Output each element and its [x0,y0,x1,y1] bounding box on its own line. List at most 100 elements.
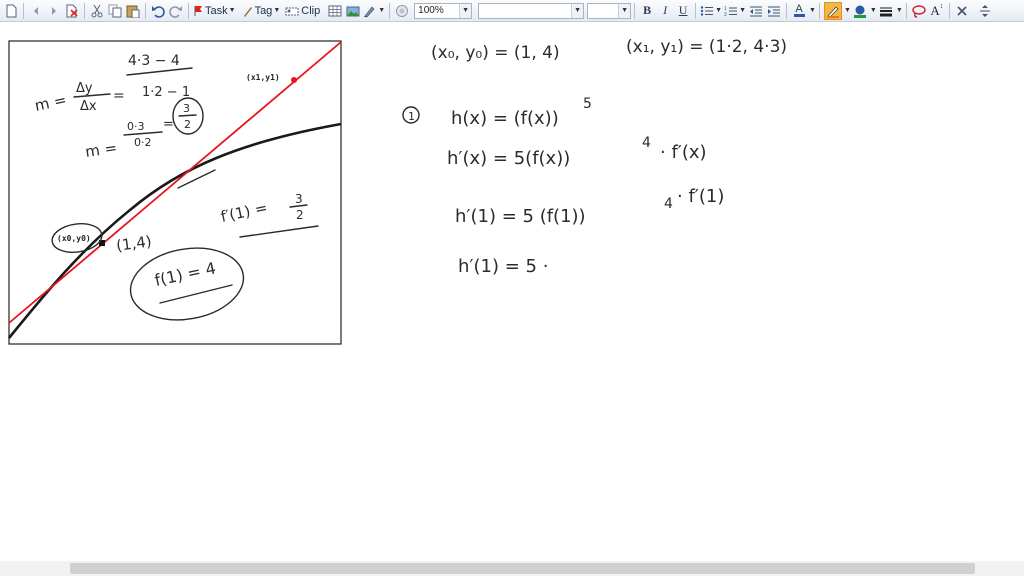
task-button[interactable]: Task ▼ [193,2,236,20]
line3-exponent: 4 [664,196,673,212]
toolbar-separator [84,2,85,19]
toolbar-separator [948,2,950,19]
slope-dx: Δx [80,99,97,114]
point-p1-label: (x1,y1) [246,73,280,82]
copy-icon[interactable] [107,2,123,20]
font-color-swatch [793,14,805,17]
fill-color-button[interactable] [852,2,868,20]
chevron-down-icon[interactable]: ▼ [273,7,280,14]
toolbar-separator [634,2,636,19]
font-color-button[interactable]: A [791,2,807,20]
point0-equation: (x₀, y₀) = (1, 4) [431,43,560,63]
line2-text: h′(x) = 5(f(x)) [447,148,570,169]
cut-icon[interactable] [89,2,105,20]
redo-icon[interactable] [168,2,184,20]
clip-icon [285,7,299,15]
chevron-down-icon[interactable]: ▼ [870,7,877,14]
chevron-down-icon[interactable]: ▼ [618,3,631,18]
clip-button[interactable]: Clip [285,2,320,20]
m-result-den: 2 [184,118,191,131]
font-color-letter: A [795,3,803,15]
chevron-down-icon[interactable]: ▼ [844,7,851,14]
m-result-num: 3 [183,102,190,115]
color-fill-icon [853,5,866,18]
toolbar-separator [695,2,697,19]
horizontal-scrollbar[interactable] [0,561,1024,576]
delete-page-icon[interactable] [64,2,80,20]
scrollbar-thumb[interactable] [70,563,975,574]
step-number: 1 [408,110,415,123]
chevron-down-icon[interactable]: ▼ [739,7,746,14]
close-icon[interactable] [954,2,970,20]
fprime-den: 2 [296,208,304,222]
zoom-value: 100% [418,5,444,16]
chevron-down-icon[interactable]: ▼ [896,7,903,14]
point-p1-marker [291,77,297,83]
expand-vertical-icon[interactable] [977,2,993,20]
fprime-num: 3 [295,192,303,206]
eraser-icon[interactable] [394,2,410,20]
toolbar-separator [23,2,24,19]
toolbar-separator [905,2,907,19]
back-arrow-icon[interactable] [28,2,44,20]
text-size-arrow-icon: ↕ [939,1,944,10]
pen-color-button[interactable] [823,1,842,20]
pencil-tag-icon [243,6,252,17]
toolbar-separator [389,2,391,19]
indent-icon[interactable] [766,2,782,20]
toolbar-separator [786,2,788,19]
bullet-list-icon[interactable]: ▼ [700,2,722,20]
chevron-down-icon[interactable]: ▼ [229,7,236,14]
undo-icon[interactable] [150,2,166,20]
slope-equals: = [113,88,125,104]
tag-label: Tag [254,4,273,17]
pen-tool-icon[interactable]: ▼ [363,2,385,20]
highlighter-pen-icon [826,5,839,18]
line-weight-button[interactable] [878,2,894,20]
chevron-down-icon[interactable]: ▼ [571,3,584,18]
paste-icon[interactable] [125,2,141,20]
svg-text:2: 2 [724,12,727,17]
line2-tail: · f′(x) [660,142,707,163]
m-result-bar [178,114,197,117]
m-equals: = [163,117,174,132]
insert-image-icon[interactable] [345,2,361,20]
text-size-letter: A [930,2,940,18]
lasso-icon[interactable] [911,2,927,20]
font-size-select[interactable]: ▼ [587,2,632,19]
forward-arrow-icon[interactable] [46,2,62,20]
note-canvas[interactable]: (x0,y0) (x1,y1) m = Δy Δx = 4·3 − 4 1·2 … [0,23,1024,560]
bold-button[interactable]: B [639,2,655,20]
work-area: (x₀, y₀) = (1, 4) (x₁, y₁) = (1·2, 4·3) … [402,37,787,277]
chevron-down-icon[interactable]: ▼ [715,7,722,14]
m-numerator: 0·3 [127,120,145,133]
numbered-list-icon[interactable]: 12 ▼ [724,2,746,20]
text-size-button[interactable]: A ↕ [929,2,945,20]
toolbar-separator [188,2,189,19]
underline-button[interactable]: U [675,2,691,20]
line1-exponent: 5 [583,96,592,112]
m-denominator: 0·2 [134,136,152,149]
line2-exponent: 4 [642,135,651,151]
line3-text: h′(1) = 5 (f(1)) [455,206,586,227]
tag-button[interactable]: Tag ▼ [243,2,280,20]
toolbar-separator [818,2,820,19]
task-label: Task [205,4,228,17]
new-page-icon[interactable] [3,2,19,20]
slope-numerator: 4·3 − 4 [128,53,180,69]
line4-text: h′(1) = 5 · [458,256,548,277]
clip-label: Clip [301,4,321,17]
point-p0-label: (x0,y0) [57,234,91,243]
point1-equation: (x₁, y₁) = (1·2, 4·3) [626,37,787,57]
line1-text: h(x) = (f(x)) [451,108,559,129]
chevron-down-icon[interactable]: ▼ [378,7,385,14]
slope-denominator: 1·2 − 1 [142,85,190,100]
slope-dy: Δy [76,81,93,96]
italic-button[interactable]: I [657,2,673,20]
table-icon[interactable] [327,2,343,20]
font-name-select[interactable]: ▼ [478,2,585,19]
zoom-select[interactable]: 100% ▼ [414,2,473,19]
outdent-icon[interactable] [748,2,764,20]
chevron-down-icon[interactable]: ▼ [809,7,816,14]
chevron-down-icon[interactable]: ▼ [459,3,472,18]
